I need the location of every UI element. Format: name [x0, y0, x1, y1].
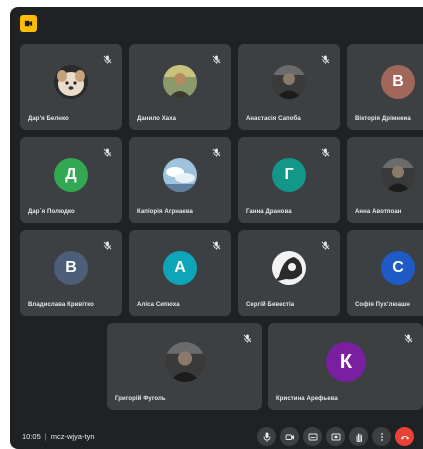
muted-mic-icon: [212, 51, 221, 64]
muted-mic-icon: [243, 330, 252, 343]
participant-avatar: [165, 342, 205, 382]
participant-tile[interactable]: Данило Хаха: [129, 44, 231, 130]
participant-name: Кристина Арефьева: [276, 396, 338, 402]
participant-tile[interactable]: Григорій Фуголь: [107, 323, 262, 410]
participant-tile[interactable]: В Владислава Кривітко: [20, 230, 122, 316]
participant-avatar: А: [163, 251, 197, 285]
muted-mic-icon: [212, 237, 221, 250]
participant-avatar: [163, 158, 197, 192]
muted-mic-icon: [212, 144, 221, 157]
participant-tile[interactable]: С Софія Пух'люашн: [347, 230, 423, 316]
participant-tile[interactable]: Дар'я Белнко: [20, 44, 122, 130]
present-button[interactable]: [326, 427, 345, 446]
participant-avatar: [54, 65, 88, 99]
participant-avatar: Д: [54, 158, 88, 192]
meet-window: Дар'я Белнко Данило Хаха Анастасія Сапоба В…: [10, 7, 423, 449]
participant-name: Софія Пух'люашн: [355, 302, 410, 308]
participant-tile[interactable]: К Кристина Арефьева: [268, 323, 423, 410]
captions-icon: [308, 432, 318, 442]
participant-tile[interactable]: Анастасія Сапоба: [238, 44, 340, 130]
muted-mic-icon: [103, 51, 112, 64]
participant-tile[interactable]: Г Ганна Дранова: [238, 137, 340, 223]
participant-name: Ганна Дранова: [246, 209, 292, 215]
camera-icon: [285, 432, 295, 442]
muted-mic-icon: [321, 237, 330, 250]
participant-avatar: [272, 65, 306, 99]
participant-name: Дар`я Полюдко: [28, 209, 75, 215]
participant-name: Аліса Сипюха: [137, 302, 180, 308]
participant-name: Данило Хаха: [137, 116, 177, 122]
participant-name: Владислава Кривітко: [28, 302, 94, 308]
participant-tile[interactable]: Сергій Бевестіа: [238, 230, 340, 316]
mic-icon: [262, 432, 272, 442]
raise-hand-button[interactable]: [349, 427, 368, 446]
muted-mic-icon: [103, 144, 112, 157]
more-vert-icon: [377, 432, 387, 442]
participant-name: Анастасія Сапоба: [246, 116, 301, 122]
participant-name: Дар'я Белнко: [28, 116, 69, 122]
participant-name: Григорій Фуголь: [115, 396, 166, 402]
app-logo: [20, 15, 37, 32]
hand-icon: [354, 432, 364, 442]
muted-mic-icon: [321, 51, 330, 64]
participant-tile[interactable]: Д Дар`я Полюдко: [20, 137, 122, 223]
participant-tile[interactable]: В Вікторія Дрімнеиа: [347, 44, 423, 130]
participant-avatar: Г: [272, 158, 306, 192]
muted-mic-icon: [321, 144, 330, 157]
participant-avatar: С: [381, 251, 415, 285]
more-options-button[interactable]: [372, 427, 391, 446]
meeting-info: 10:05 | mcz-wjya-tyn: [22, 432, 95, 441]
participant-name: Анна Авотпоан: [355, 209, 402, 215]
meeting-time: 10:05: [22, 432, 41, 441]
muted-mic-icon: [103, 237, 112, 250]
participant-avatar: [272, 251, 306, 285]
leave-call-button[interactable]: [395, 427, 414, 446]
meeting-code: mcz-wjya-tyn: [50, 432, 95, 441]
participant-avatar: [163, 65, 197, 99]
participant-tile[interactable]: Капіорія Агрнаева: [129, 137, 231, 223]
meet-logo-icon: [24, 20, 33, 27]
present-icon: [331, 432, 341, 442]
camera-button[interactable]: [280, 427, 299, 446]
participant-tile[interactable]: А Аліса Сипюха: [129, 230, 231, 316]
participant-name: Капіорія Агрнаева: [137, 209, 193, 215]
participant-avatar: В: [54, 251, 88, 285]
bottom-bar: 10:05 | mcz-wjya-tyn: [10, 424, 423, 449]
participant-avatar: [381, 158, 415, 192]
participant-avatar: В: [381, 65, 415, 99]
phone-end-icon: [400, 432, 410, 442]
participant-avatar: К: [326, 342, 366, 382]
participant-tile[interactable]: Анна Авотпоан: [347, 137, 423, 223]
participant-name: Сергій Бевестіа: [246, 302, 295, 308]
participant-name: Вікторія Дрімнеиа: [355, 116, 411, 122]
captions-button[interactable]: [303, 427, 322, 446]
microphone-button[interactable]: [257, 427, 276, 446]
muted-mic-icon: [404, 330, 413, 343]
